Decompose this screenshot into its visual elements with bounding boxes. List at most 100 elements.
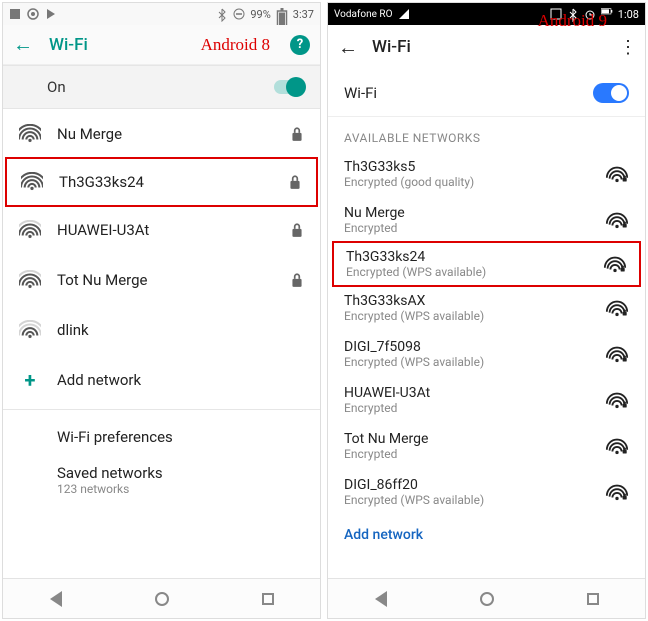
- wifi-signal-icon: [21, 172, 43, 192]
- network-name: dlink: [57, 321, 89, 339]
- network-row[interactable]: Tot Nu Merge: [3, 255, 320, 305]
- wifi-signal-icon: [605, 482, 629, 502]
- bluetooth-icon: [216, 8, 228, 20]
- wifi-signal-icon: [19, 270, 41, 290]
- add-network-button[interactable]: Add network: [328, 515, 645, 555]
- back-arrow-icon[interactable]: ←: [13, 32, 33, 57]
- signal-icon: [398, 8, 410, 20]
- network-row[interactable]: Th3G33ksAXEncrypted (WPS available): [328, 285, 645, 331]
- network-subtitle: Encrypted: [344, 447, 605, 461]
- network-row[interactable]: Th3G33ks5Encrypted (good quality): [328, 151, 645, 197]
- nav-back-icon[interactable]: [375, 591, 387, 607]
- wifi-signal-icon: [605, 436, 629, 456]
- wifi-signal-icon: [19, 124, 41, 144]
- wifi-signal-icon: [605, 298, 629, 318]
- lock-icon: [290, 126, 304, 142]
- network-name: HUAWEI-U3At: [57, 221, 149, 239]
- wifi-master-toggle-row[interactable]: Wi-Fi: [328, 69, 645, 117]
- carrier-label: Vodafone RO: [334, 9, 392, 20]
- network-name: HUAWEI-U3At: [344, 385, 605, 401]
- statusbar: 99% 3:37: [3, 3, 320, 25]
- battery-icon: [276, 8, 288, 20]
- network-row[interactable]: Th3G33ks24: [5, 157, 318, 207]
- navbar: [328, 578, 645, 618]
- network-subtitle: Encrypted: [344, 221, 605, 235]
- battery-pct: 99%: [250, 8, 270, 21]
- network-list: Nu Merge Th3G33ks24 HUAWEI-U3At Tot Nu M…: [3, 109, 320, 578]
- battery-icon: [601, 8, 613, 20]
- network-row[interactable]: HUAWEI-U3AtEncrypted: [328, 377, 645, 423]
- network-row[interactable]: Th3G33ks24Encrypted (WPS available): [332, 241, 641, 287]
- network-name: Th3G33ksAX: [344, 293, 605, 309]
- nav-home-icon[interactable]: [155, 592, 169, 606]
- nav-home-icon[interactable]: [480, 592, 494, 606]
- wifi-signal-icon: [605, 210, 629, 230]
- wifi-on-label: On: [47, 78, 66, 96]
- saved-networks[interactable]: Saved networks123 networks: [3, 450, 320, 500]
- chrome-icon: [27, 8, 39, 20]
- network-row[interactable]: Nu MergeEncrypted: [328, 197, 645, 243]
- network-name: Nu Merge: [57, 125, 122, 143]
- wifi-master-toggle-row[interactable]: On: [3, 65, 320, 109]
- section-header: AVAILABLE NETWORKS: [328, 117, 645, 151]
- statusbar: Vodafone RO 1:08: [328, 3, 645, 25]
- network-subtitle: Encrypted (WPS available): [346, 265, 603, 279]
- add-network-button[interactable]: + Add network: [3, 355, 320, 405]
- plus-icon: +: [19, 368, 41, 392]
- clock: 3:37: [293, 8, 314, 21]
- nav-back-icon[interactable]: [50, 591, 62, 607]
- network-subtitle: Encrypted (WPS available): [344, 493, 605, 507]
- network-subtitle: Encrypted: [344, 401, 605, 415]
- wifi-signal-icon: [19, 320, 41, 340]
- network-row[interactable]: Nu Merge: [3, 109, 320, 159]
- play-icon: [45, 8, 57, 20]
- network-name: Th3G33ks24: [346, 249, 603, 265]
- navbar: [3, 578, 320, 618]
- nav-recents-icon[interactable]: [587, 593, 599, 605]
- page-title: Wi-Fi: [49, 35, 88, 55]
- toggle-switch[interactable]: [593, 83, 629, 103]
- lock-icon: [288, 174, 302, 190]
- network-row[interactable]: HUAWEI-U3At: [3, 205, 320, 255]
- wifi-signal-icon: [605, 344, 629, 364]
- add-network-label: Add network: [57, 371, 141, 389]
- notif-icon: [9, 8, 21, 20]
- bluetooth-icon: [567, 8, 579, 20]
- wifi-signal-icon: [19, 220, 41, 240]
- nfc-icon: [550, 8, 562, 20]
- phone-android8: 99% 3:37 ← Wi-Fi Android 8 ? On Nu Merge…: [2, 2, 321, 619]
- network-row[interactable]: dlink: [3, 305, 320, 355]
- network-subtitle: Encrypted (good quality): [344, 175, 605, 189]
- wifi-signal-icon: [603, 254, 627, 274]
- network-name: Th3G33ks5: [344, 159, 605, 175]
- network-name: Tot Nu Merge: [57, 271, 147, 289]
- network-row[interactable]: Tot Nu MergeEncrypted: [328, 423, 645, 469]
- wifi-signal-icon: [605, 164, 629, 184]
- toggle-switch[interactable]: [274, 80, 304, 94]
- overflow-menu-icon[interactable]: ⋮: [619, 37, 635, 58]
- alarm-icon: [584, 8, 596, 20]
- wifi-signal-icon: [605, 390, 629, 410]
- dnd-icon: [233, 8, 245, 20]
- clock: 1:08: [618, 8, 639, 21]
- network-name: Tot Nu Merge: [344, 431, 605, 447]
- nav-recents-icon[interactable]: [262, 593, 274, 605]
- phone-android9: Vodafone RO 1:08 ← Wi-Fi Android 9 ⋮: [327, 2, 646, 619]
- network-name: Nu Merge: [344, 205, 605, 221]
- lock-icon: [290, 222, 304, 238]
- annotation-version: Android 8: [201, 35, 270, 55]
- wifi-preferences[interactable]: Wi-Fi preferences: [3, 414, 320, 450]
- network-name: DIGI_7f5098: [344, 339, 605, 355]
- wifi-on-label: Wi-Fi: [344, 84, 377, 102]
- network-name: DIGI_86ff20: [344, 477, 605, 493]
- page-title: Wi-Fi: [372, 37, 411, 57]
- saved-networks-sub: 123 networks: [57, 482, 304, 496]
- help-icon[interactable]: ?: [290, 35, 310, 55]
- network-row[interactable]: DIGI_86ff20Encrypted (WPS available): [328, 469, 645, 515]
- network-subtitle: Encrypted (WPS available): [344, 309, 605, 323]
- network-name: Th3G33ks24: [59, 173, 144, 191]
- saved-networks-title: Saved networks: [57, 464, 304, 482]
- network-row[interactable]: DIGI_7f5098Encrypted (WPS available): [328, 331, 645, 377]
- appbar: ← Wi-Fi Android 9 ⋮: [328, 25, 645, 69]
- back-arrow-icon[interactable]: ←: [338, 35, 358, 60]
